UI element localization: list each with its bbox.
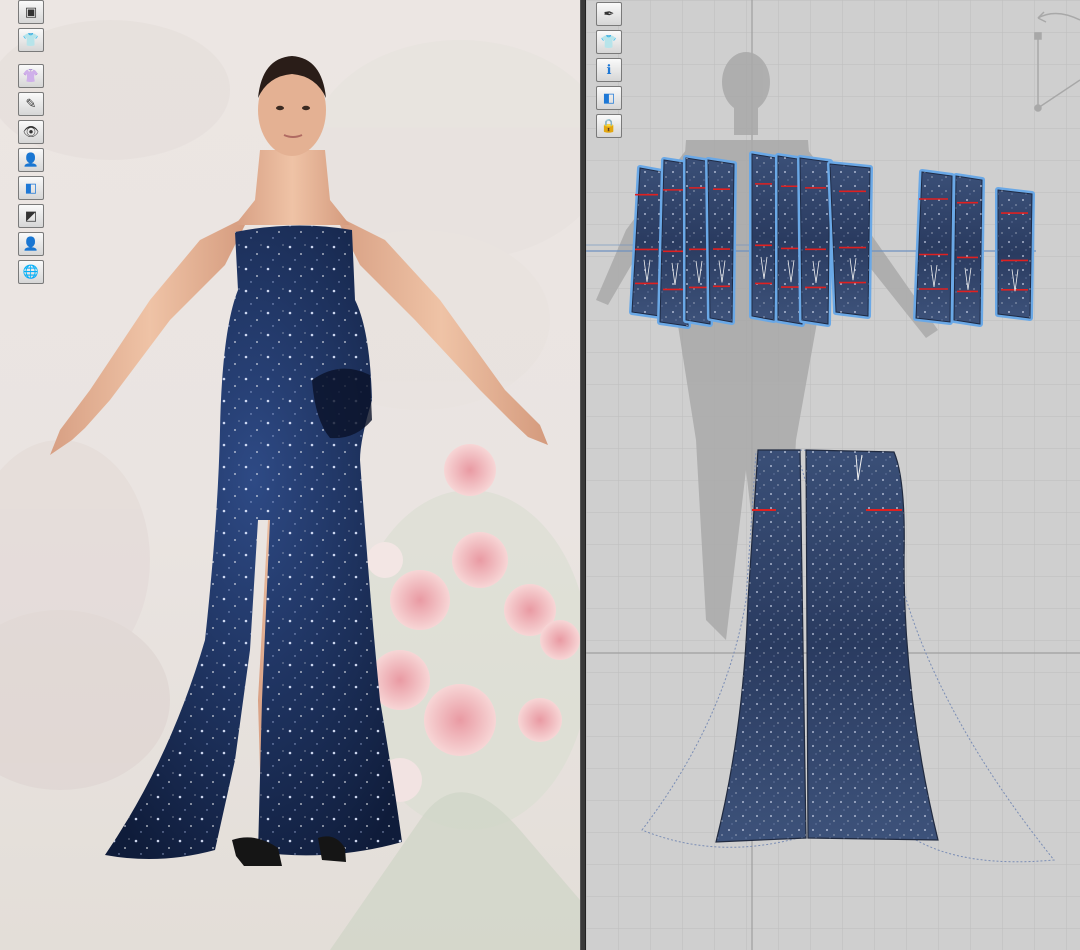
- toolbar-button-info[interactable]: ℹ: [596, 58, 622, 82]
- toolbar-button-visibility[interactable]: 👁: [18, 120, 44, 144]
- toolbar-button-globe[interactable]: 🌐: [18, 260, 44, 284]
- avatar-icon: 👤: [22, 152, 40, 168]
- tshirt-icon: 👕: [600, 34, 618, 50]
- toolbar-button-texture[interactable]: ◧: [18, 176, 44, 200]
- fabric-texture: [830, 164, 870, 316]
- toolbar-button-texture[interactable]: ◧: [596, 86, 622, 110]
- 3d-view-toolbar: ▣ 👕 👚 ✎ 👁 👤 ◧ ◩ 👤 🌐: [18, 0, 44, 284]
- toolbar-button-render[interactable]: ▣: [18, 0, 44, 24]
- texture-view-icon: ◧: [24, 180, 38, 196]
- toolbar-button-skin[interactable]: 👤: [18, 232, 44, 256]
- toolbar-button-garment[interactable]: 👕: [18, 28, 44, 52]
- toolbar-button-brush[interactable]: ✎: [18, 92, 44, 116]
- toolbar-button-solid[interactable]: ◩: [18, 204, 44, 228]
- toolbar-button-avatar[interactable]: 👤: [18, 148, 44, 172]
- pen-icon: ✒: [603, 6, 615, 22]
- lock-icon: 🔒: [600, 118, 618, 134]
- info-icon: ℹ: [606, 62, 612, 78]
- skin-avatar-icon: 👤: [22, 236, 40, 252]
- 3d-viewport[interactable]: ▣ 👕 👚 ✎ 👁 👤 ◧ ◩ 👤 🌐: [0, 0, 580, 950]
- toolbar-button-show-garment[interactable]: 👚: [18, 64, 44, 88]
- fabric-texture: [800, 158, 830, 324]
- 2d-pattern-viewport[interactable]: ✒ 👕 ℹ ◧ 🔒: [586, 0, 1080, 950]
- 2d-view-toolbar: ✒ 👕 ℹ ◧ 🔒: [596, 2, 622, 138]
- toolbar-button-lock[interactable]: 🔒: [596, 114, 622, 138]
- fabric-texture: [998, 190, 1032, 318]
- texture-view-icon: ◧: [602, 90, 616, 106]
- brush-eye-icon: ✎: [25, 96, 37, 112]
- 3d-scene[interactable]: [0, 0, 580, 950]
- eye-icon: 👁: [22, 124, 40, 140]
- toolbar-button-garment[interactable]: 👕: [596, 30, 622, 54]
- fabric-texture: [708, 160, 734, 322]
- toolbar-button-pen[interactable]: ✒: [596, 2, 622, 26]
- 2d-pattern-canvas[interactable]: [586, 0, 1080, 950]
- box-render-icon: ▣: [24, 4, 38, 20]
- fabric-texture: [954, 176, 982, 324]
- solid-view-icon: ◩: [24, 208, 38, 224]
- fabric-texture: [916, 172, 952, 322]
- garment-view-icon: 👚: [22, 68, 40, 84]
- tshirt-icon: 👕: [22, 32, 40, 48]
- fabric-texture: [752, 154, 776, 320]
- globe-icon: 🌐: [22, 264, 40, 280]
